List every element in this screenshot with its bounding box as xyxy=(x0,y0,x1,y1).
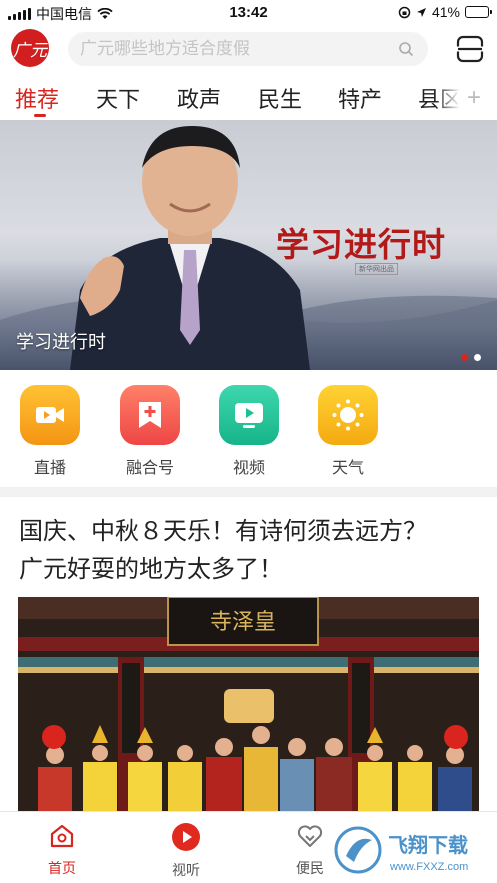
watermark-text: 飞翔下载 xyxy=(388,833,468,857)
nav-home[interactable]: 首页 xyxy=(32,822,92,878)
carousel-indicator xyxy=(461,354,481,361)
app-logo[interactable]: 广元 xyxy=(11,29,49,67)
nav-watch-label: 视听 xyxy=(172,863,200,879)
tab-politics[interactable]: 政声 xyxy=(177,82,221,114)
nav-watch[interactable]: 视听 xyxy=(156,822,216,880)
scan-icon[interactable] xyxy=(455,34,485,64)
header: 广元 xyxy=(0,26,497,72)
logo-text: 广元 xyxy=(13,40,47,61)
tab-world[interactable]: 天下 xyxy=(96,82,140,114)
add-channel-button[interactable]: + xyxy=(467,84,481,112)
quick-live[interactable]: 直播 xyxy=(18,385,82,478)
sun-icon xyxy=(318,385,378,445)
play-screen-icon xyxy=(219,385,279,445)
nav-home-label: 首页 xyxy=(48,861,76,877)
search-bar[interactable] xyxy=(68,32,428,66)
quick-weather-label: 天气 xyxy=(331,458,364,477)
temple-scene-image: 寺泽皇 xyxy=(18,597,479,813)
banner-slogan: 学习进行时 xyxy=(276,225,446,264)
carousel-dot-active[interactable] xyxy=(461,354,468,361)
add-bookmark-icon xyxy=(120,385,180,445)
quick-live-label: 直播 xyxy=(33,458,66,477)
channel-tabs: 推荐 天下 政声 民生 特产 县区 + xyxy=(0,78,497,120)
article-title-line2: 广元好耍的地方太多了！ xyxy=(19,555,283,583)
article-title[interactable]: 国庆、中秋８天乐！有诗何须去远方？ 广元好耍的地方太多了！ xyxy=(19,512,481,588)
banner-source-tag: 新华网出品 xyxy=(355,263,398,275)
status-bar: 中国电信 13:42 41% xyxy=(0,0,497,26)
section-divider xyxy=(0,487,497,497)
carousel-dot[interactable] xyxy=(474,354,481,361)
quick-video-label: 视频 xyxy=(232,458,265,477)
quick-media[interactable]: 融合号 xyxy=(118,385,182,478)
heart-icon xyxy=(297,825,323,847)
battery-percent: 41% xyxy=(431,4,460,20)
tab-recommend[interactable]: 推荐 xyxy=(15,82,59,114)
location-arrow-icon xyxy=(416,7,426,17)
temple-plaque-text: 寺泽皇 xyxy=(210,610,276,635)
watermark-logo: 飞翔下载 www.FXXZ.com xyxy=(334,826,468,874)
banner-caption: 学习进行时 xyxy=(16,332,106,353)
quick-media-label: 融合号 xyxy=(125,458,174,477)
watermark-url: www.FXXZ.com xyxy=(389,861,468,873)
hero-banner[interactable]: 学习进行时 新华网出品 学习进行时 xyxy=(0,120,497,370)
article-cover-image[interactable]: 寺泽皇 xyxy=(18,597,479,813)
video-camera-icon xyxy=(20,385,80,445)
active-tab-indicator xyxy=(34,114,46,117)
orientation-lock-icon xyxy=(398,6,411,18)
battery-icon xyxy=(465,6,492,18)
search-input[interactable] xyxy=(80,39,380,59)
tab-livelihood[interactable]: 民生 xyxy=(258,82,302,114)
status-right: 41% xyxy=(398,4,492,20)
play-circle-icon xyxy=(172,823,200,851)
quick-actions: 直播 融合号 视频 天气 xyxy=(0,385,497,485)
quick-video[interactable]: 视频 xyxy=(217,385,281,478)
home-icon xyxy=(50,824,74,848)
quick-weather[interactable]: 天气 xyxy=(316,385,380,478)
article-title-line1: 国庆、中秋８天乐！有诗何须去远方？ xyxy=(19,517,427,545)
search-icon[interactable] xyxy=(398,41,414,57)
tab-specialties[interactable]: 特产 xyxy=(338,82,382,114)
